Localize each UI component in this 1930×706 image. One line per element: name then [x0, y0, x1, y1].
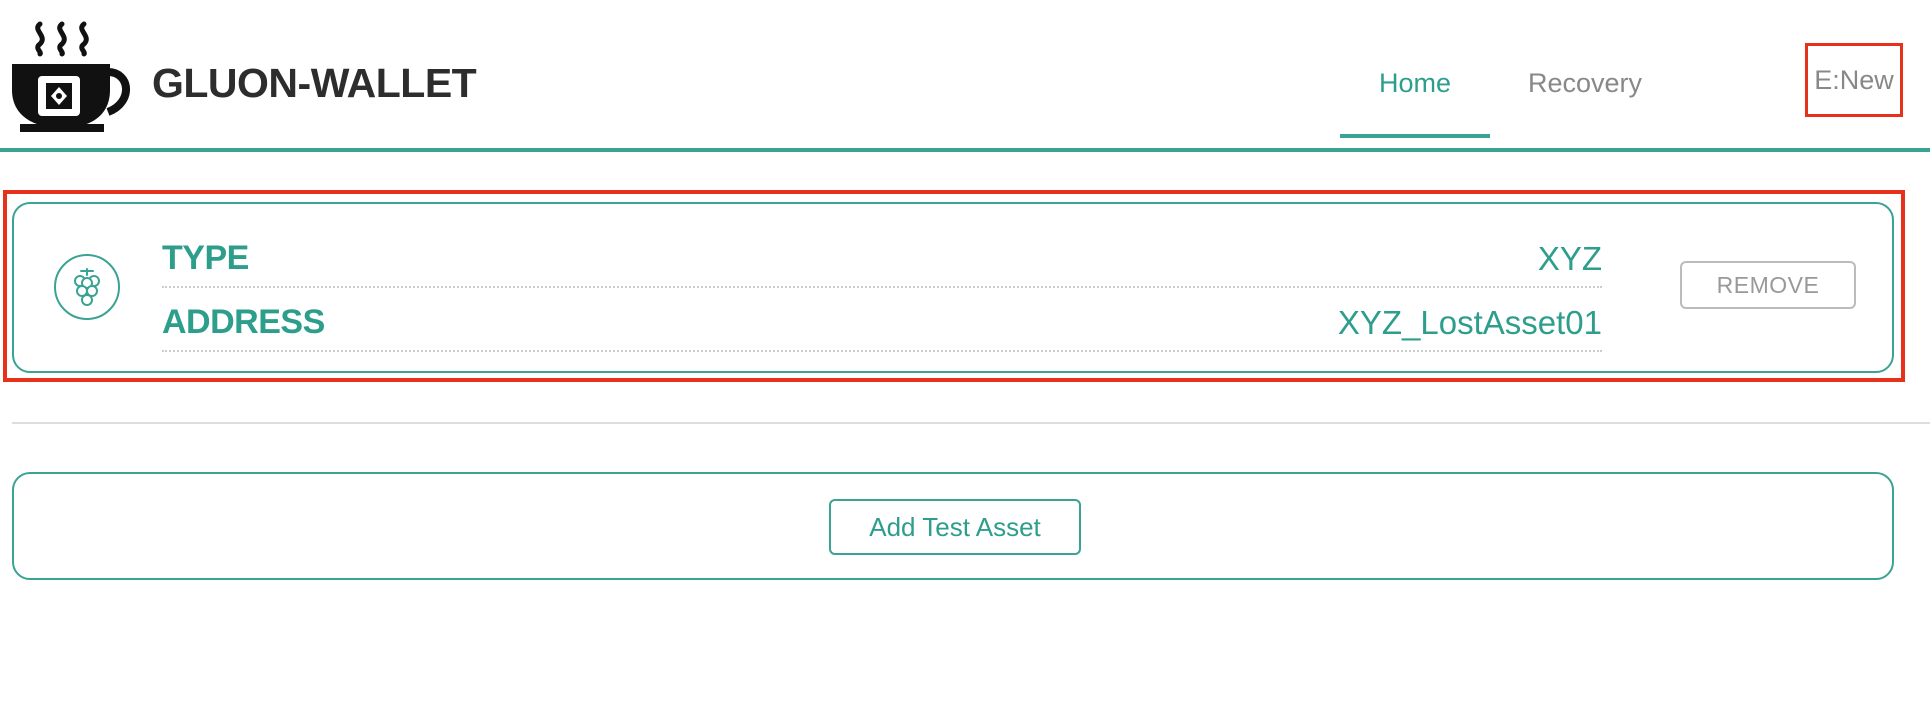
remove-button[interactable]: REMOVE [1680, 261, 1856, 309]
grapes-icon [54, 254, 120, 320]
environment-badge[interactable]: E:New [1805, 43, 1903, 117]
asset-address-label: ADDRESS [162, 303, 325, 341]
add-test-asset-button[interactable]: Add Test Asset [829, 499, 1081, 555]
section-divider [12, 422, 1930, 424]
tab-recovery[interactable]: Recovery [1520, 40, 1650, 138]
add-asset-card: Add Test Asset [12, 472, 1894, 580]
tab-home[interactable]: Home [1340, 40, 1490, 138]
app-title: GLUON-WALLET [152, 60, 477, 106]
asset-type-value: XYZ [1537, 240, 1602, 277]
asset-card: TYPE XYZ ADDRESS XYZ_LostAsset01 REMOVE [12, 202, 1894, 373]
asset-type-label: TYPE [162, 239, 249, 277]
app-header: GLUON-WALLET Home Recovery E:New [0, 0, 1930, 152]
steaming-cup-chip-icon [10, 20, 134, 138]
asset-address-value: XYZ_LostAsset01 [1337, 304, 1602, 341]
asset-type-row: TYPE XYZ [162, 236, 1602, 288]
asset-address-row: ADDRESS XYZ_LostAsset01 [162, 300, 1602, 352]
